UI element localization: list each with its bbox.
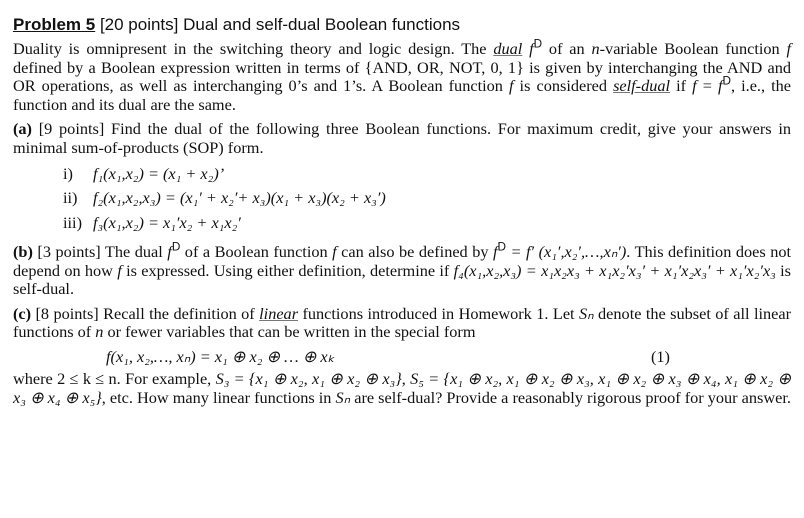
problem-title: Problem 5 [20 points] Dual and self-dual… [13, 14, 791, 36]
part-c-text: or fewer variables that can be written i… [103, 322, 476, 342]
function-expression: f₁(x₁,x₂) = (x₁ + x₂)’ [93, 163, 225, 183]
symbol-Sn: Sₙ [335, 387, 351, 407]
function-item: iii) f₃(x₁,x₂) = x₁′x₂ + x₁x₂′ [63, 213, 791, 238]
part-a-paragraph: (a) [9 points] Find the dual of the foll… [13, 120, 791, 157]
part-a-function-list: i) f₁(x₁,x₂) = (x₁ + x₂)’ ii) f₂(x₁,x₂,x₃)… [63, 164, 791, 238]
intro-text: Duality is omnipresent in the switching … [13, 39, 494, 58]
intro-paragraph: Duality is omnipresent in the switching … [13, 37, 791, 114]
part-a-text: Find the dual of the following three Boo… [13, 119, 792, 157]
symbol-f: f [786, 39, 791, 58]
separator: , [401, 369, 411, 389]
function-item-label: i) [63, 163, 73, 183]
equation-expression: f(x₁, x₂,…, xₙ) = x₁ ⊕ x₂ ⊕ … ⊕ xₖ [106, 347, 335, 367]
part-b-text: is expressed. Using either definition, d… [121, 260, 454, 280]
example-S3: S₃ = {x₁ ⊕ x₂, x₁ ⊕ x₂ ⊕ x₃} [215, 369, 402, 389]
term-dual: dual [493, 39, 523, 58]
part-c-text: , etc. How many linear functions in [101, 387, 336, 407]
intro-text: -variable Boolean function [599, 39, 787, 58]
problem-number: Problem 5 [13, 15, 96, 34]
part-c-points: [8 points] [35, 303, 99, 323]
part-b-points: [3 points] [37, 242, 101, 262]
part-c-label: (c) [13, 303, 32, 323]
function-item-label: iii) [63, 212, 82, 232]
dual-definition-expression: = f′ (x₁′,x₂′,…,xₙ′) [506, 242, 627, 262]
term-self-dual: self-dual [613, 76, 671, 96]
f4-expression: f₄(x₁,x₂,x₃) = x₁x₂x₃ + x₁x₂′x₃′ + x₁′x₂… [453, 260, 776, 280]
part-c-text: where 2 ≤ k ≤ n. For example, [13, 369, 216, 389]
part-b-text: of a Boolean function [180, 242, 333, 262]
problem-points: [20 points] [99, 15, 179, 34]
intro-text: if [670, 76, 693, 96]
symbol-Sn: Sₙ [578, 303, 594, 323]
part-c-continuation: where 2 ≤ k ≤ n. For example, S₃ = {x₁ ⊕… [13, 369, 791, 407]
term-linear: linear [259, 303, 299, 323]
intro-text: of an [542, 39, 592, 58]
function-item-label: ii) [63, 188, 78, 208]
symbol-dual-superscript: D [722, 74, 731, 88]
symbol-dual-superscript: D [533, 37, 543, 51]
problem-heading: Dual and self-dual Boolean functions [183, 15, 461, 34]
part-b-text: The dual [100, 242, 168, 262]
function-item: ii) f₂(x₁,x₂,x₃) = (x₁′ + x₂′+ x₃)(x₁ + x… [63, 188, 791, 213]
part-c-paragraph: (c) [8 points] Recall the definition of … [13, 303, 791, 342]
equation-number: (1) [651, 347, 670, 367]
function-item: i) f₁(x₁,x₂) = (x₁ + x₂)’ [63, 164, 791, 189]
part-b-paragraph: (b) [3 points] The dual fD of a Boolean … [13, 240, 791, 299]
symbol-n: n [591, 39, 600, 58]
part-c-text: Recall the definition of [98, 303, 260, 323]
part-b-text: can also be defined by [336, 242, 493, 262]
function-expression: f₃(x₁,x₂) = x₁′x₂ + x₁x₂′ [93, 212, 241, 232]
part-c-text: functions introduced in Homework 1. Let [298, 303, 579, 323]
part-c-text: are self-dual? Provide a reasonably rigo… [350, 387, 791, 407]
problem-document: Problem 5 [20 points] Dual and self-dual… [13, 14, 791, 407]
symbol-dual-superscript: D [497, 240, 506, 254]
function-expression: f₂(x₁,x₂,x₃) = (x₁′ + x₂′+ x₃)(x₁ + x₃)(… [93, 188, 386, 208]
part-b-label: (b) [13, 242, 33, 262]
intro-text: is considered [513, 76, 614, 96]
symbol-equals: = [696, 76, 718, 96]
part-a-points: [9 points] [38, 119, 105, 139]
part-a-label: (a) [13, 119, 32, 139]
linear-function-equation: f(x₁, x₂,…, xₙ) = x₁ ⊕ x₂ ⊕ … ⊕ xₖ (1) [13, 344, 791, 370]
